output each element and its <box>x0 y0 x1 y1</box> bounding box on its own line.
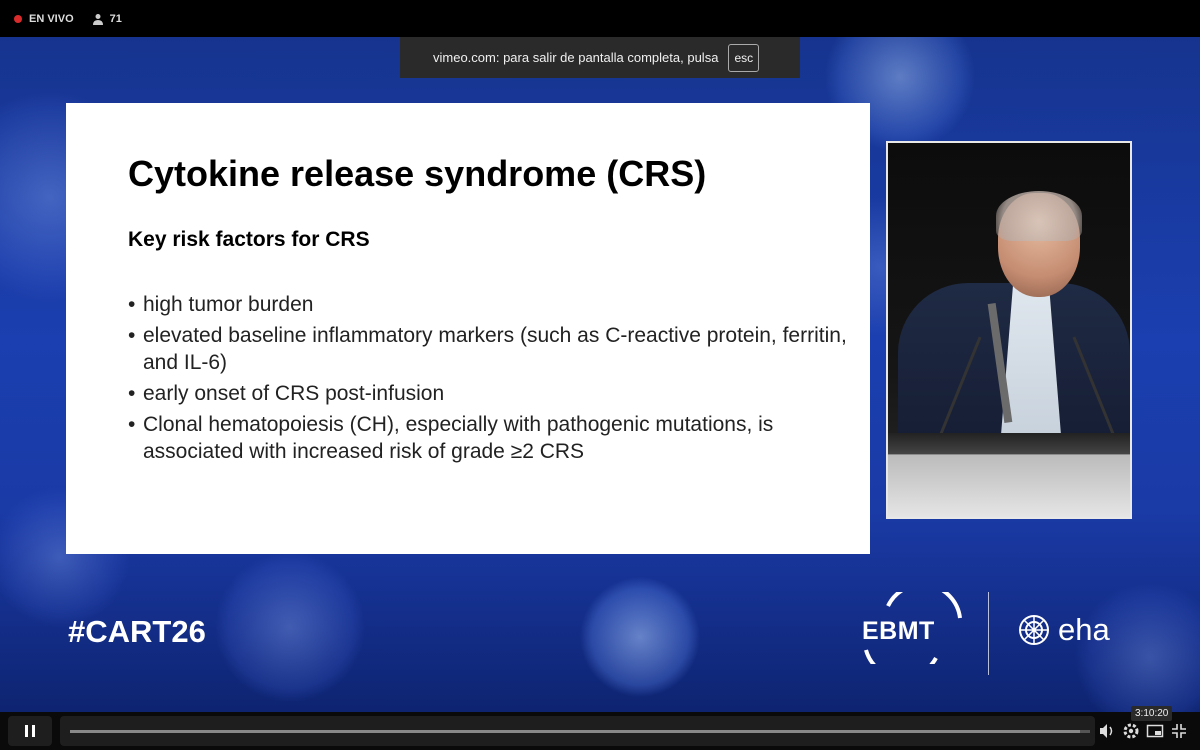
tooltip-message: vimeo.com: para salir de pantalla comple… <box>433 50 719 65</box>
presentation-slide: Cytokine release syndrome (CRS) Key risk… <box>66 103 870 554</box>
event-hashtag: #CART26 <box>68 614 206 649</box>
pause-icon <box>23 725 37 737</box>
speaker-hair <box>996 191 1082 241</box>
ebmt-logo: EBMT <box>858 582 968 680</box>
progress-fill <box>70 730 1080 733</box>
slide-bullet-list: high tumor burden elevated baseline infl… <box>128 291 848 469</box>
logo-divider <box>988 592 989 675</box>
volume-icon[interactable] <box>1098 722 1116 740</box>
eha-emblem-icon <box>1019 615 1049 645</box>
slide-subtitle: Key risk factors for CRS <box>128 228 370 251</box>
live-status-bar: EN VIVO 71 <box>0 0 1200 37</box>
ebmt-logo-text: EBMT <box>862 617 935 645</box>
bullet-item: early onset of CRS post-infusion <box>128 380 848 407</box>
esc-key-hint: esc <box>728 43 760 72</box>
live-indicator-dot <box>14 14 22 23</box>
pause-button[interactable] <box>8 716 52 746</box>
exit-fullscreen-icon[interactable] <box>1170 722 1188 740</box>
progress-bar[interactable]: 3:10:20 <box>60 706 1173 746</box>
speaker-video-feed <box>886 141 1132 519</box>
video-stage[interactable]: vimeo.com: para salir de pantalla comple… <box>0 37 1200 712</box>
player-controls: 3:10:20 <box>0 706 1200 750</box>
bullet-item: Clonal hematopoiesis (CH), especially wi… <box>128 411 848 465</box>
lectern <box>888 433 1130 517</box>
current-time-label: 3:10:20 <box>1131 706 1173 721</box>
bullet-item: elevated baseline inflammatory markers (… <box>128 322 848 376</box>
eha-logo-text: eha <box>1058 612 1110 647</box>
viewer-person-icon <box>92 13 104 25</box>
bullet-item: high tumor burden <box>128 291 848 318</box>
live-label: EN VIVO <box>29 12 74 25</box>
settings-icon[interactable] <box>1122 722 1140 740</box>
pip-icon[interactable] <box>1146 722 1164 740</box>
viewer-count: 71 <box>109 12 122 25</box>
progress-track <box>70 730 1090 733</box>
fullscreen-exit-tooltip: vimeo.com: para salir de pantalla comple… <box>400 37 800 78</box>
eha-logo: eha <box>1016 612 1110 648</box>
slide-title: Cytokine release syndrome (CRS) <box>128 153 707 194</box>
